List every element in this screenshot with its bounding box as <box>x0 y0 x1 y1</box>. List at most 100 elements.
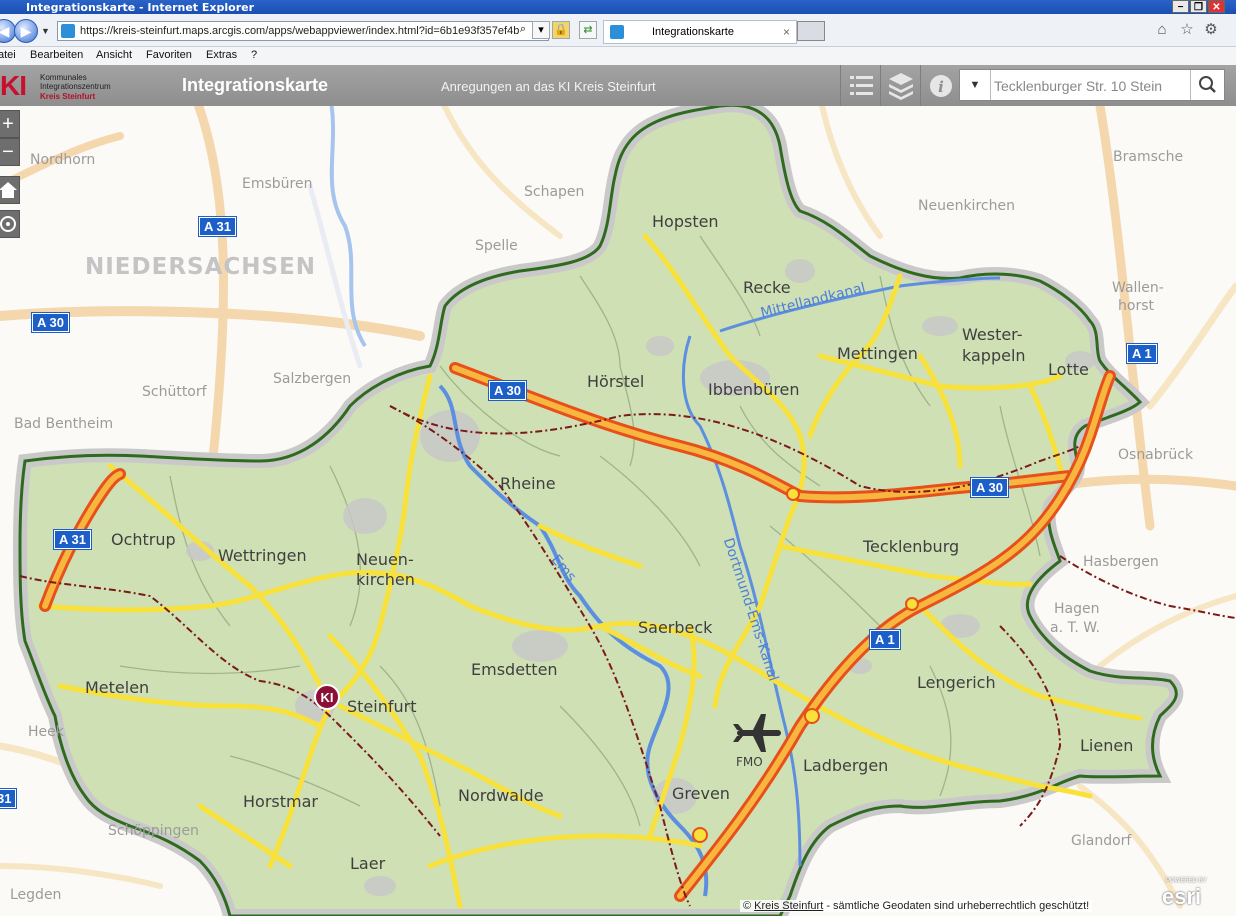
address-bar[interactable]: https://kreis-steinfurt.maps.arcgis.com/… <box>57 21 549 41</box>
place-lotte: Lotte <box>1048 360 1089 379</box>
address-url[interactable]: https://kreis-steinfurt.maps.arcgis.com/… <box>80 22 519 40</box>
lock-icon[interactable]: 🔒 <box>552 21 570 39</box>
address-dropdown-icon[interactable]: ▾ <box>532 21 550 39</box>
close-window-button[interactable]: ✕ <box>1208 0 1225 13</box>
place-legden: Legden <box>10 887 62 903</box>
search-button[interactable] <box>1190 70 1224 100</box>
place-recke: Recke <box>743 278 791 297</box>
about-button[interactable]: i <box>920 65 960 106</box>
info-icon: i <box>930 75 952 97</box>
site-favicon-icon <box>61 24 75 38</box>
place-lienen: Lienen <box>1080 736 1134 755</box>
address-search: ▼ <box>959 69 1225 101</box>
place-schoeppingen: Schöppingen <box>108 823 199 839</box>
outer-river <box>329 106 367 348</box>
place-hagen-line-1: Hagen <box>1054 601 1100 617</box>
browser-toolbar: ◀ ▶ ▼ https://kreis-steinfurt.maps.arcgi… <box>0 14 1236 47</box>
place-lengerich: Lengerich <box>917 673 996 692</box>
search-input[interactable] <box>992 72 1186 100</box>
place-mettingen: Mettingen <box>837 344 918 363</box>
logo-line-1: Kommunales <box>40 73 87 82</box>
tab-favicon-icon <box>610 25 624 39</box>
locate-icon <box>0 216 16 232</box>
new-tab-button[interactable] <box>797 21 825 41</box>
menu-extras[interactable]: Extras <box>206 49 237 61</box>
tab-close-icon[interactable]: × <box>783 25 790 39</box>
place-spelle: Spelle <box>475 238 518 254</box>
app-title: Integrationskarte <box>182 75 329 95</box>
airport-icon <box>733 714 781 752</box>
place-nordhorn: Nordhorn <box>30 152 96 168</box>
attribution-text: - sämtliche Geodaten sind urheberrechtli… <box>823 900 1090 912</box>
place-hopsten: Hopsten <box>652 212 719 231</box>
zoom-out-button[interactable]: − <box>0 138 20 166</box>
place-wallenhorst-line-2: horst <box>1118 298 1154 314</box>
place-osnabrueck: Osnabrück <box>1118 447 1194 463</box>
esri-logo[interactable]: POWERED BY esri <box>1160 878 1216 912</box>
home-icon <box>0 182 17 198</box>
place-neuenkirchen-line-2: kirchen <box>356 570 415 589</box>
map-attribution: © Kreis Steinfurt - sämtliche Geodaten s… <box>740 900 1093 912</box>
logo-line-2: Integrationszentrum <box>40 82 111 91</box>
highway-shield-a30-west: A 30 <box>32 313 69 332</box>
place-wallenhorst-line-1: Wallen- <box>1112 280 1164 296</box>
app-header: KI Kommunales Integrationszentrum Kreis … <box>0 65 1236 107</box>
browser-tab[interactable]: Integrationskarte × <box>603 20 797 44</box>
favorites-star-icon[interactable]: ☆ <box>1179 22 1195 38</box>
place-laer: Laer <box>350 854 386 873</box>
legend-list-button[interactable] <box>840 65 880 106</box>
place-fmo-airport: FMO <box>736 755 763 769</box>
place-ibbenbueren: Ibbenbüren <box>708 380 800 399</box>
menu-datei[interactable]: atei <box>0 49 16 61</box>
map-view[interactable]: NIEDERSACHSEN Hopsten Recke Mettingen We… <box>0 106 1236 916</box>
place-steinfurt: Steinfurt <box>347 697 417 716</box>
menu-ansicht[interactable]: Ansicht <box>96 49 132 61</box>
minimize-button[interactable]: − <box>1172 0 1189 13</box>
refresh-icon[interactable]: ⇄ <box>579 21 597 39</box>
place-greven: Greven <box>672 784 730 803</box>
highway-shield-a30-east: A 30 <box>971 478 1008 497</box>
attribution-link[interactable]: Kreis Steinfurt <box>754 900 823 912</box>
highway-shield-a1-north: A 1 <box>1127 344 1157 363</box>
highway-shield-a1: A 1 <box>870 630 900 649</box>
place-saerbeck: Saerbeck <box>638 618 713 637</box>
location-marker-ki[interactable]: KI <box>314 684 340 710</box>
place-hasbergen: Hasbergen <box>1083 554 1159 570</box>
forward-button[interactable]: ▶ <box>14 19 38 43</box>
zoom-in-button[interactable]: + <box>0 110 20 138</box>
esri-wordmark: esri <box>1162 884 1202 909</box>
place-ochtrup: Ochtrup <box>111 530 176 549</box>
feedback-link[interactable]: Anregungen an das KI Kreis Steinfurt <box>441 79 656 94</box>
list-icon <box>850 76 873 95</box>
highway-shield-a31-south: 31 <box>0 789 17 808</box>
place-emsbueren: Emsbüren <box>242 176 313 192</box>
district-area <box>12 106 1184 916</box>
place-emsdetten: Emsdetten <box>471 660 558 679</box>
place-ladbergen: Ladbergen <box>803 756 889 775</box>
logo-mark: KI <box>0 70 27 101</box>
home-icon[interactable]: ⌂ <box>1154 22 1170 38</box>
search-source-dropdown[interactable]: ▼ <box>960 70 991 100</box>
settings-gear-icon[interactable]: ⚙ <box>1203 22 1219 38</box>
my-location-button[interactable] <box>0 210 20 238</box>
place-wettringen: Wettringen <box>218 546 307 565</box>
home-extent-button[interactable] <box>0 176 20 204</box>
ki-logo[interactable]: KI Kommunales Integrationszentrum Kreis … <box>0 70 140 102</box>
window-title-bar: Integrationskarte - Internet Explorer − … <box>0 0 1236 14</box>
search-url-icon[interactable]: ⌕ <box>514 21 532 39</box>
place-bad-bentheim: Bad Bentheim <box>14 416 114 432</box>
window-title: Integrationskarte - Internet Explorer <box>26 1 255 14</box>
menu-bearbeiten[interactable]: Bearbeiten <box>30 49 83 61</box>
place-salzbergen: Salzbergen <box>273 371 352 387</box>
menu-help[interactable]: ? <box>251 49 257 61</box>
logo-line-3: Kreis Steinfurt <box>40 92 96 101</box>
maximize-button[interactable]: ❐ <box>1190 0 1207 13</box>
region-label: NIEDERSACHSEN <box>85 254 317 280</box>
history-dropdown-icon[interactable]: ▼ <box>41 26 50 36</box>
map-basemap <box>0 106 1236 916</box>
search-icon <box>1199 76 1216 93</box>
place-heek: Heek <box>28 724 64 740</box>
menu-favoriten[interactable]: Favoriten <box>146 49 192 61</box>
layer-list-button[interactable] <box>880 65 920 106</box>
place-westerkappeln-line-2: kappeln <box>962 346 1026 365</box>
